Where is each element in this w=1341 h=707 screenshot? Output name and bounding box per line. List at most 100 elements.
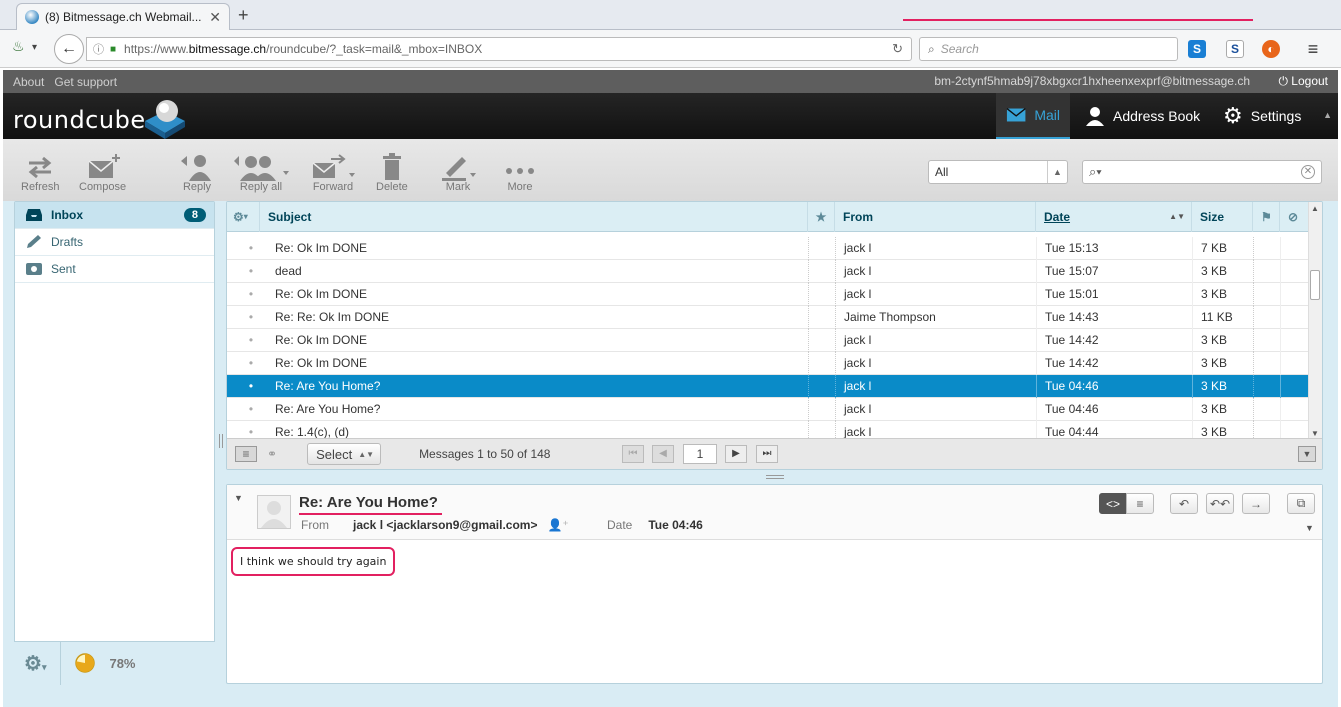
scroll-down-icon[interactable]: ▼ <box>1311 429 1319 438</box>
table-row[interactable]: • Re: Re: Ok Im DONE Jaime Thompson Tue 14:… <box>227 305 1322 329</box>
unread-dot-icon: • <box>248 333 254 347</box>
folder-sent[interactable]: Sent <box>15 256 214 283</box>
from-value[interactable]: jack l <jacklarson9@gmail.com> <box>353 518 537 532</box>
table-row[interactable]: • Re: Ok Im DONE jack l Tue 14:42 3 KB <box>227 328 1322 352</box>
nav-mail[interactable]: Mail <box>996 93 1070 139</box>
nav-address-book[interactable]: Address Book <box>1075 93 1210 139</box>
quota-divider <box>60 641 62 685</box>
info-icon[interactable]: ⓘ <box>93 41 104 57</box>
folder-inbox[interactable]: Inbox 8 <box>15 202 214 229</box>
back-button[interactable]: ← <box>54 34 84 64</box>
delete-button[interactable]: Delete <box>376 153 408 193</box>
new-window-icon: ⧉ <box>1296 496 1306 510</box>
last-page-button[interactable]: ⏭ <box>756 445 778 463</box>
about-link[interactable]: About <box>13 75 44 89</box>
forward-envelope-icon <box>312 154 355 178</box>
horizontal-splitter[interactable] <box>766 475 784 479</box>
row-date: Tue 15:01 <box>1036 282 1192 306</box>
thread-view-icon[interactable]: ⚭ <box>267 447 277 461</box>
list-view-icon[interactable]: ≡ <box>235 446 257 462</box>
message-rows: • Re: Ok Im DONE jack l Tue 15:13 7 KB • dead j… <box>227 236 1322 444</box>
scroll-up-icon[interactable]: ▲ <box>1311 204 1319 213</box>
open-new-window-button[interactable]: ⧉ <box>1287 493 1315 514</box>
reply-all-people-icon <box>234 156 289 181</box>
chevron-down-icon[interactable]: ▾ <box>32 42 37 53</box>
s-extension-icon[interactable]: S <box>1226 40 1244 58</box>
refresh-button[interactable]: Refresh <box>21 153 60 193</box>
column-flag-star-icon[interactable]: ★ <box>808 202 835 232</box>
reply-message-button[interactable]: ↶ <box>1170 493 1198 514</box>
column-date[interactable]: Date ▲▼ <box>1036 202 1192 232</box>
row-flag-cell <box>808 282 835 306</box>
expand-header-icon[interactable]: ▼ <box>1305 523 1314 533</box>
forward-message-button[interactable]: → <box>1242 493 1270 514</box>
close-tab-icon[interactable]: ✕ <box>209 9 221 26</box>
search-options-icon[interactable]: ⌕▾ <box>1089 164 1102 179</box>
toggle-preview-icon[interactable]: ▼ <box>1298 446 1316 462</box>
column-attachment-icon[interactable]: ⊘ <box>1280 202 1308 232</box>
table-row[interactable]: • dead jack l Tue 15:07 3 KB <box>227 259 1322 283</box>
reply-all-message-button[interactable]: ↶↶ <box>1206 493 1234 514</box>
forward-button[interactable]: Forward <box>309 153 357 193</box>
table-row[interactable]: • Re: Ok Im DONE jack l Tue 14:42 3 KB <box>227 351 1322 375</box>
row-flag-cell <box>808 328 835 352</box>
logout-button[interactable]: ⏻ Logout <box>1278 74 1328 89</box>
add-contact-icon[interactable]: 👤⁺ <box>547 518 568 532</box>
tor-onion-icon[interactable]: ♨ <box>12 38 25 55</box>
mail-search-input[interactable]: ⌕▾ ✕ <box>1082 160 1322 184</box>
row-subject: Re: Re: Ok Im DONE <box>275 310 390 324</box>
prev-page-button[interactable]: ◀ <box>652 445 674 463</box>
trash-icon <box>382 153 401 180</box>
new-tab-icon[interactable]: + <box>238 5 249 26</box>
scroll-thumb[interactable] <box>1310 270 1320 300</box>
next-page-button[interactable]: ▶ <box>725 445 747 463</box>
clear-search-icon[interactable]: ✕ <box>1301 165 1315 179</box>
mark-button[interactable]: Mark <box>440 153 476 193</box>
get-support-link[interactable]: Get support <box>54 75 117 89</box>
plain-view-button[interactable]: ≡ <box>1126 493 1154 514</box>
column-size[interactable]: Size <box>1192 202 1253 232</box>
extension-icon[interactable]: ◐ <box>1262 40 1280 58</box>
nav-settings[interactable]: ⚙ Settings <box>1213 93 1311 139</box>
table-row[interactable]: • Re: Are You Home? jack l Tue 04:46 3 KB <box>227 397 1322 421</box>
first-page-button[interactable]: ⏮ <box>622 445 644 463</box>
folder-settings-gear-icon[interactable]: ⚙▾ <box>24 651 46 676</box>
message-list-header: ⚙ ▾ Subject ★ From Date ▲▼ Size ⚑ ⊘ <box>227 202 1322 232</box>
reload-icon[interactable]: ↻ <box>892 41 903 57</box>
collapse-header-icon[interactable]: ▲ <box>1323 110 1332 120</box>
refresh-arrows-icon <box>28 156 52 179</box>
select-dropdown[interactable]: Select ▲▼ <box>307 443 382 465</box>
column-from[interactable]: From <box>835 202 1036 232</box>
reply-all-button[interactable]: Reply all <box>233 153 289 193</box>
table-row[interactable]: • Re: Ok Im DONE jack l Tue 15:01 3 KB <box>227 282 1322 306</box>
more-button[interactable]: More <box>504 153 536 193</box>
url-domain: bitmessage.ch <box>188 42 267 56</box>
site-favicon-icon <box>25 10 39 24</box>
browser-tab[interactable]: (8) Bitmessage.ch Webmail... ✕ <box>16 3 230 30</box>
skype-extension-icon[interactable]: S <box>1188 40 1206 58</box>
row-flag-cell <box>808 305 835 329</box>
column-subject[interactable]: Subject <box>260 202 808 232</box>
page-number-input[interactable]: 1 <box>683 444 717 464</box>
table-row[interactable]: • Re: Are You Home? jack l Tue 04:46 3 KB <box>227 374 1322 398</box>
refresh-label: Refresh <box>21 181 60 193</box>
browser-search-input[interactable]: ⌕ Search <box>919 37 1178 61</box>
html-view-button[interactable]: <> <box>1099 493 1127 514</box>
browser-tab-title: (8) Bitmessage.ch Webmail... <box>45 10 202 24</box>
menu-hamburger-icon[interactable]: ≡ <box>1304 39 1322 59</box>
vertical-splitter[interactable] <box>219 434 223 448</box>
column-flag-icon[interactable]: ⚑ <box>1253 202 1280 232</box>
url-bar[interactable]: ⓘ ■ https://www. bitmessage.ch/roundcube/… <box>86 37 912 61</box>
reply-all-arrow-icon: ↶↶ <box>1209 496 1231 511</box>
row-subject: Re: Ok Im DONE <box>275 356 368 370</box>
filter-select[interactable]: All ▲ <box>928 160 1068 184</box>
folder-drafts[interactable]: Drafts <box>15 229 214 256</box>
reply-button[interactable]: Reply <box>180 153 214 193</box>
compose-button[interactable]: Compose <box>79 153 126 193</box>
row-from: jack l <box>835 236 1036 260</box>
list-scrollbar[interactable]: ▲ ▼ <box>1308 202 1322 440</box>
inbox-tray-icon <box>26 209 42 221</box>
collapse-header-icon[interactable]: ▼ <box>234 493 243 503</box>
table-row[interactable]: • Re: Ok Im DONE jack l Tue 15:13 7 KB <box>227 236 1322 260</box>
list-options-icon[interactable]: ⚙ ▾ <box>227 202 260 232</box>
